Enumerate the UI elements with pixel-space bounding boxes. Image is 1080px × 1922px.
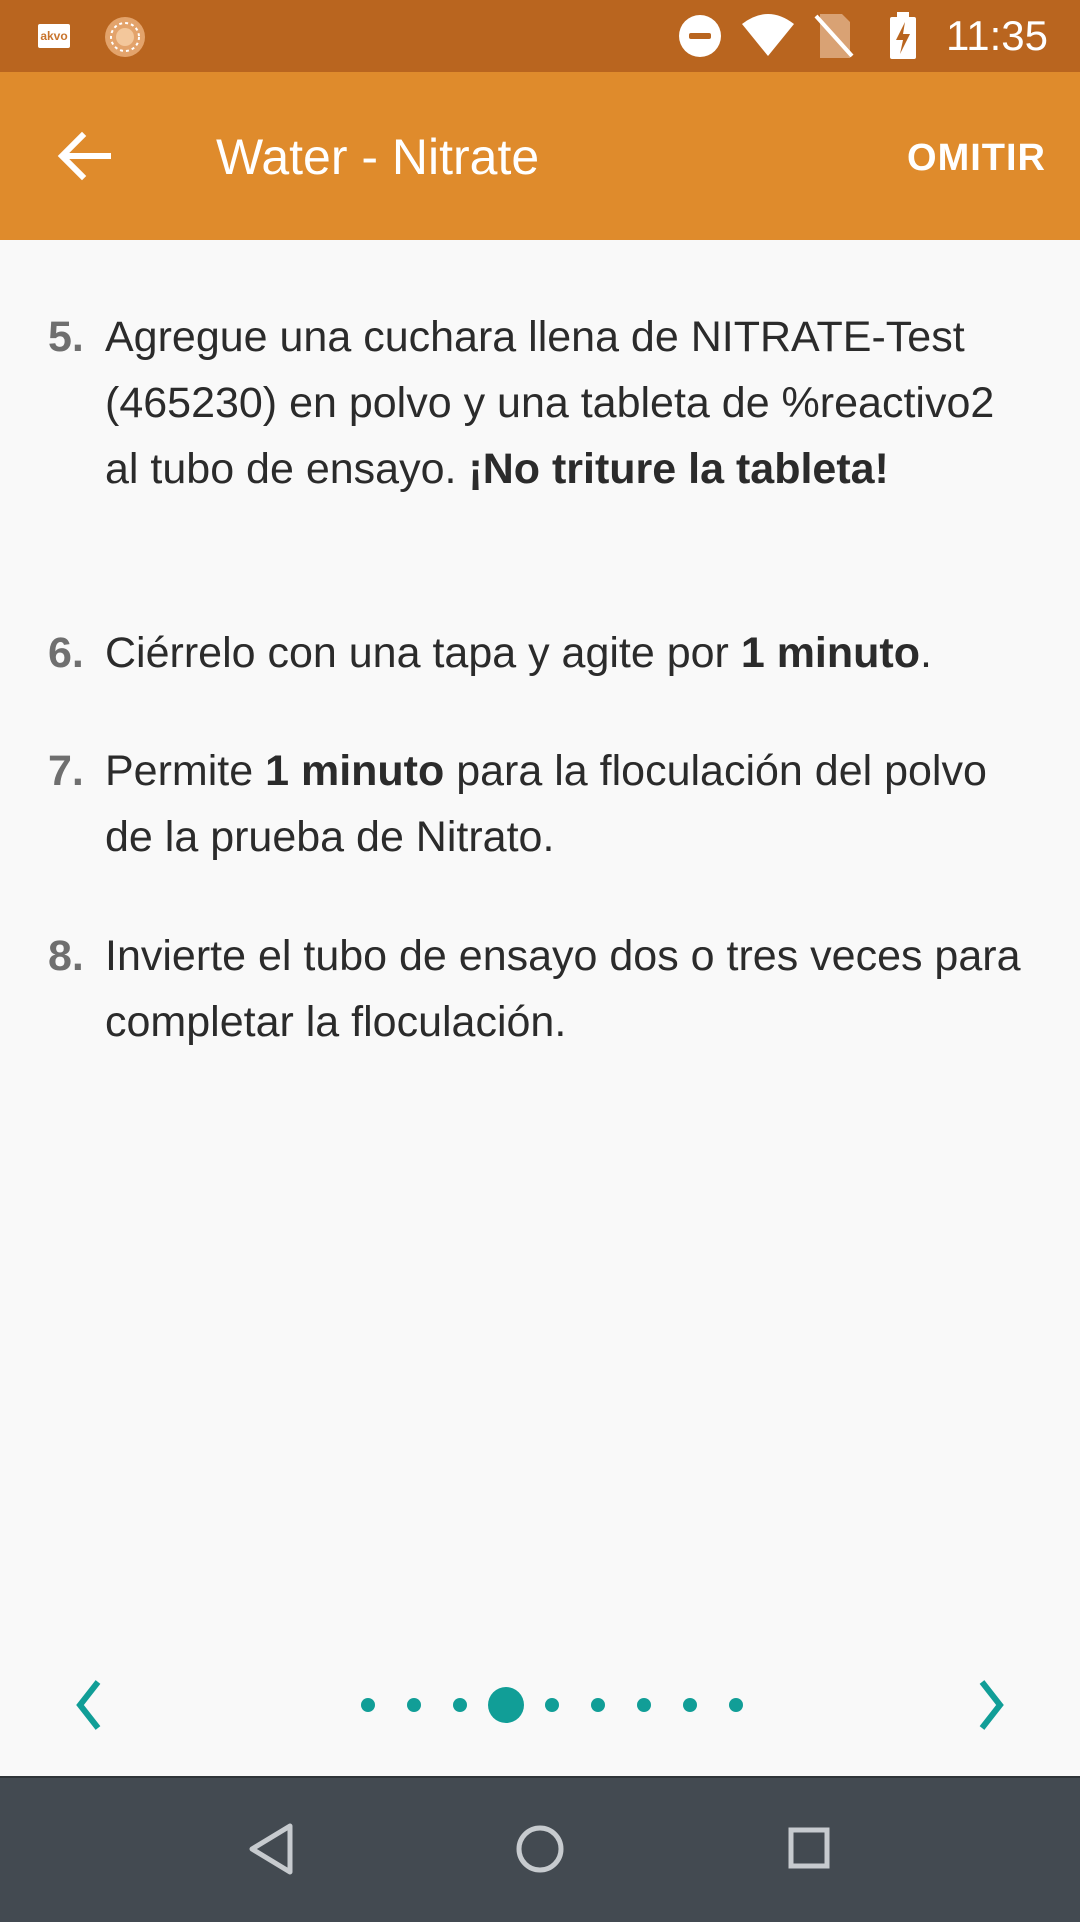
step-8: 8. Invierte el tubo de ensayo dos o tres… — [48, 923, 1028, 1055]
sun-icon — [102, 14, 148, 65]
step-text: Agregue una cuchara llena de NITRATE-Tes… — [105, 304, 1028, 502]
clock: 11:35 — [946, 12, 1048, 59]
step-number: 8. — [48, 932, 84, 980]
do-not-disturb-icon — [678, 14, 722, 63]
system-navigation-bar — [0, 1776, 1080, 1922]
step-text: Ciérrelo con una tapa y agite por 1 minu… — [105, 620, 1028, 686]
status-bar: akvo 11:35 — [0, 0, 1080, 72]
step-text-part: . — [920, 629, 932, 677]
step-text: Invierte el tubo de ensayo dos o tres ve… — [105, 923, 1028, 1055]
step-5: 5. Agregue una cuchara llena de NITRATE-… — [48, 304, 1028, 502]
page-dot[interactable] — [591, 1698, 605, 1712]
step-text-part: Invierte el tubo de ensayo dos o tres ve… — [105, 932, 1021, 1046]
home-circle-icon[interactable] — [514, 1822, 566, 1881]
battery-charging-icon — [888, 12, 918, 65]
step-text-bold: ¡No triture la tableta! — [468, 445, 889, 493]
step-text-bold: 1 minuto — [740, 629, 920, 677]
step-6: 6. Ciérrelo con una tapa y agite por 1 m… — [48, 620, 1028, 686]
no-sim-icon — [814, 12, 854, 65]
back-triangle-icon[interactable] — [246, 1822, 296, 1881]
pager-navigation — [0, 1660, 1080, 1750]
page-dot-active[interactable] — [488, 1687, 524, 1723]
page-dot[interactable] — [729, 1698, 743, 1712]
page-dot[interactable] — [361, 1698, 375, 1712]
skip-button[interactable]: OMITIR — [907, 134, 1046, 182]
akvo-app-icon: akvo — [38, 24, 70, 48]
page-dot[interactable] — [637, 1698, 651, 1712]
page-title: Water - Nitrate — [216, 129, 540, 185]
page-dot[interactable] — [407, 1698, 421, 1712]
step-text-part: Permite — [105, 747, 266, 795]
step-number: 6. — [48, 629, 84, 677]
wifi-icon — [740, 12, 796, 63]
arrow-back-icon[interactable] — [54, 126, 114, 186]
step-text-part: Ciérrelo con una tapa y agite por — [105, 629, 741, 677]
step-number: 5. — [48, 313, 84, 361]
page-dot[interactable] — [683, 1698, 697, 1712]
step-number: 7. — [48, 747, 84, 795]
step-7: 7. Permite 1 minuto para la floculación … — [48, 738, 1028, 870]
app-bar: Water - Nitrate OMITIR — [0, 72, 1080, 240]
chevron-left-icon[interactable] — [72, 1678, 104, 1737]
page-dot[interactable] — [453, 1698, 467, 1712]
step-text: Permite 1 minuto para la floculación del… — [105, 738, 1028, 870]
step-text-bold: 1 minuto — [265, 747, 445, 795]
chevron-right-icon[interactable] — [976, 1678, 1008, 1737]
recents-square-icon[interactable] — [786, 1822, 832, 1881]
page-dot[interactable] — [545, 1698, 559, 1712]
